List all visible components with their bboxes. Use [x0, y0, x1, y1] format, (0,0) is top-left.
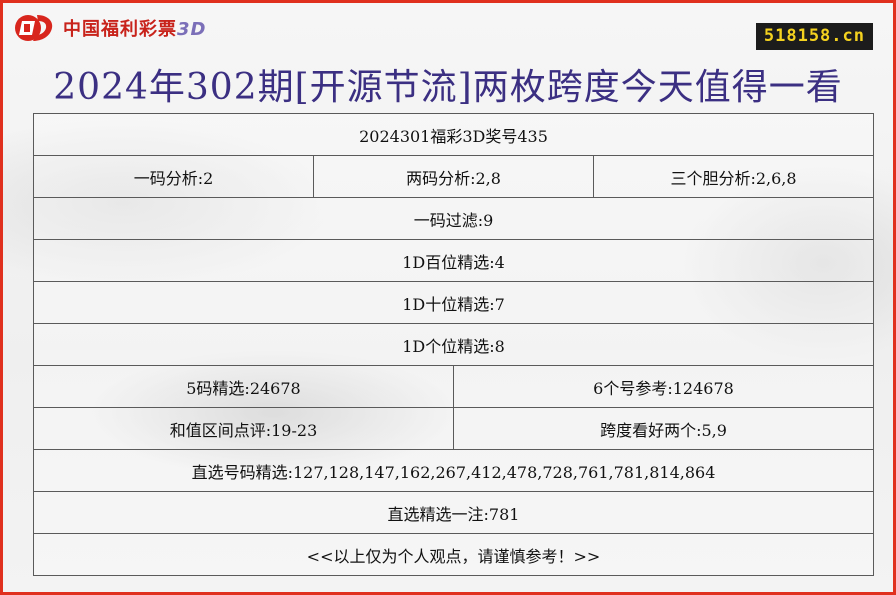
- one-code-filter-cell: 一码过滤:9: [33, 197, 874, 240]
- lottery-logo-icon: [15, 15, 53, 41]
- lottery-logo-text: 中国福利彩票3D: [63, 19, 207, 40]
- page-frame: 中国福利彩票3D 518158.cn 2024年302期[开源节流]两枚跨度今天…: [0, 0, 896, 595]
- tens-pick-cell: 1D十位精选:7: [33, 281, 874, 324]
- lottery-logo: 中国福利彩票3D: [13, 11, 206, 45]
- direct-numbers-cell: 直选号码精选:127,128,147,162,267,412,478,728,7…: [33, 449, 874, 492]
- span-pick-cell: 跨度看好两个:5,9: [453, 407, 874, 450]
- page-title: 2024年302期[开源节流]两枚跨度今天值得一看: [53, 67, 843, 108]
- table-row: 一码过滤:9: [33, 197, 874, 240]
- table-row: 直选号码精选:127,128,147,162,267,412,478,728,7…: [33, 449, 874, 492]
- table-row: 直选精选一注:781: [33, 491, 874, 534]
- table-row: 1D十位精选:7: [33, 281, 874, 324]
- site-badge[interactable]: 518158.cn: [755, 23, 873, 50]
- draw-result-cell: 2024301福彩3D奖号435: [33, 113, 874, 156]
- direct-single-pick-cell: 直选精选一注:781: [33, 491, 874, 534]
- two-code-analysis-cell: 两码分析:2,8: [313, 155, 594, 198]
- hundreds-pick-cell: 1D百位精选:4: [33, 239, 874, 282]
- table-row: 5码精选:24678 6个号参考:124678: [33, 365, 874, 408]
- prediction-table: 2024301福彩3D奖号435 一码分析:2 两码分析:2,8 三个胆分析:2…: [33, 113, 874, 576]
- units-pick-cell: 1D个位精选:8: [33, 323, 874, 366]
- disclaimer-cell: <<以上仅为个人观点，请谨慎参考！>>: [33, 533, 874, 576]
- table-row: 1D百位精选:4: [33, 239, 874, 282]
- table-row: 和值区间点评:19-23 跨度看好两个:5,9: [33, 407, 874, 450]
- table-row: <<以上仅为个人观点，请谨慎参考！>>: [33, 533, 874, 576]
- table-row: 1D个位精选:8: [33, 323, 874, 366]
- table-row: 一码分析:2 两码分析:2,8 三个胆分析:2,6,8: [33, 155, 874, 198]
- six-number-reference-cell: 6个号参考:124678: [453, 365, 874, 408]
- three-gall-analysis-cell: 三个胆分析:2,6,8: [593, 155, 874, 198]
- sum-range-cell: 和值区间点评:19-23: [33, 407, 454, 450]
- five-code-pick-cell: 5码精选:24678: [33, 365, 454, 408]
- table-row: 2024301福彩3D奖号435: [33, 113, 874, 156]
- one-code-analysis-cell: 一码分析:2: [33, 155, 314, 198]
